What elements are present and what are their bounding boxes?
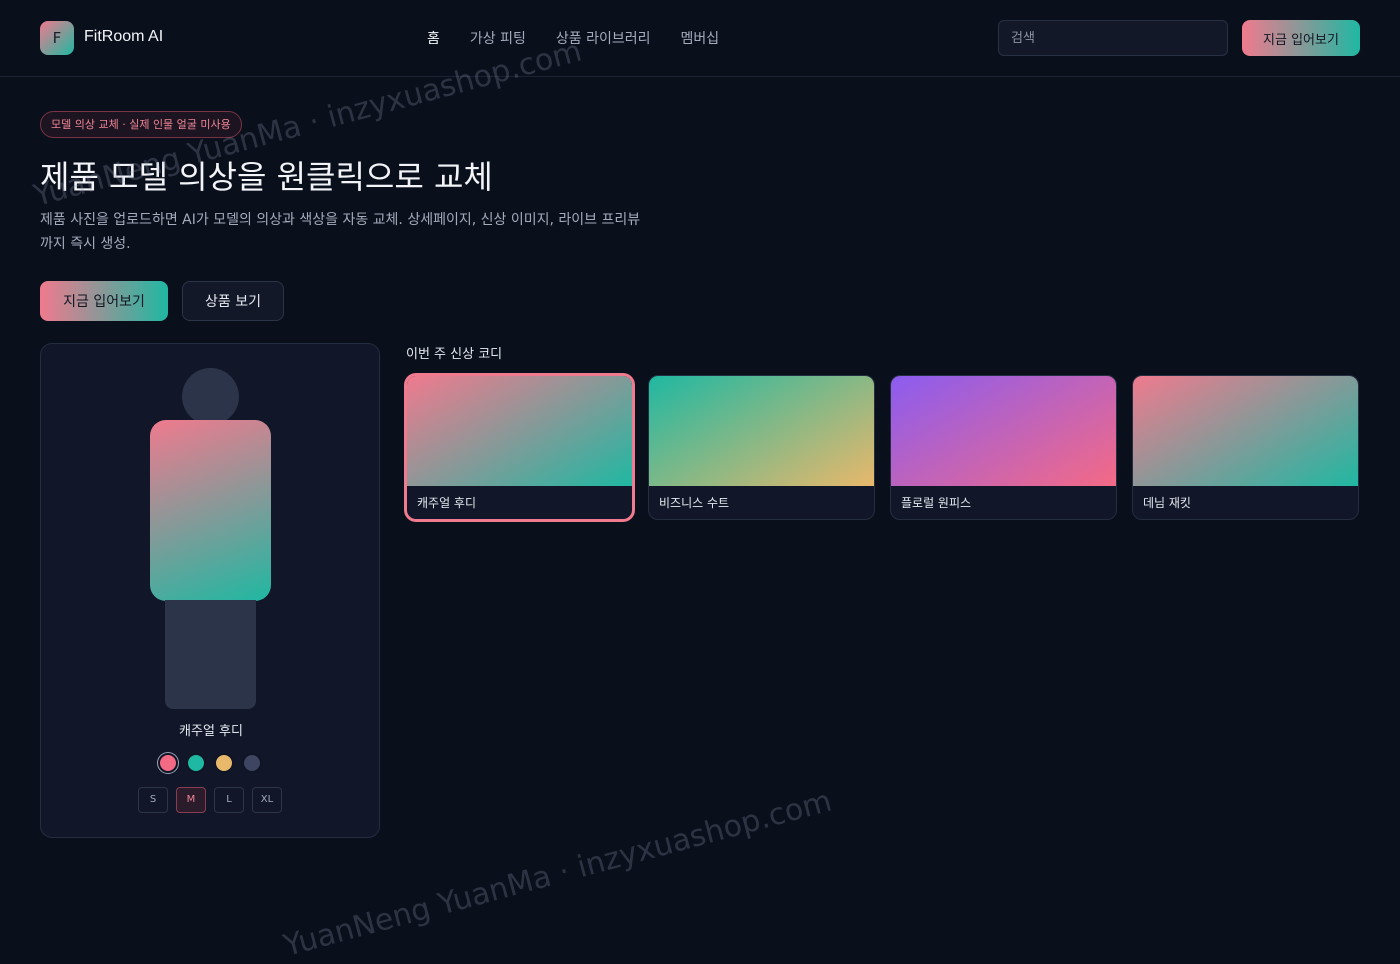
- brand-name[interactable]: FitRoom AI: [84, 28, 163, 46]
- color-swatch[interactable]: [214, 753, 234, 773]
- outfit-card-label: 플로럴 원피스: [901, 496, 972, 510]
- feature-badge: 모델 의상 교체 · 실제 인물 얼굴 미사용: [40, 111, 242, 138]
- outfit-card-label: 캐주얼 후디: [417, 496, 477, 510]
- mannequin-legs: [165, 600, 256, 709]
- mannequin-head: [182, 368, 239, 425]
- hero-try-now-button[interactable]: 지금 입어보기: [40, 281, 168, 321]
- nav-item-membership[interactable]: 멤버십: [681, 28, 720, 48]
- hero-description: 제품 사진을 업로드하면 AI가 모델의 의상과 색상을 자동 교체. 상세페이…: [40, 212, 641, 252]
- header-try-now-button[interactable]: 지금 입어보기: [1242, 20, 1360, 56]
- outfit-card-label: 데님 재킷: [1143, 496, 1191, 510]
- fitting-preview-panel: 캐주얼 후디 S M L XL: [40, 343, 380, 838]
- outfit-card-image: [1133, 376, 1358, 486]
- size-option[interactable]: L: [214, 787, 244, 813]
- outfit-card[interactable]: 데님 재킷: [1132, 375, 1359, 520]
- outfit-card-image: [891, 376, 1116, 486]
- outfit-card[interactable]: 캐주얼 후디: [406, 375, 633, 520]
- color-swatch[interactable]: [242, 753, 262, 773]
- collection-title: 이번 주 신상 코디: [406, 347, 503, 362]
- nav-item-product-library[interactable]: 상품 라이브러리: [556, 28, 651, 48]
- size-option[interactable]: S: [138, 787, 168, 813]
- outfit-card-label: 비즈니스 수트: [659, 496, 730, 510]
- color-swatches: [158, 753, 262, 773]
- search-input[interactable]: [998, 20, 1228, 56]
- collection-cards: 캐주얼 후디 비즈니스 수트 플로럴 원피스 데님 재킷: [406, 375, 1359, 520]
- size-option[interactable]: XL: [252, 787, 282, 813]
- top-header: F FitRoom AI 홈 가상 피팅 상품 라이브러리 멤버십 지금 입어보…: [0, 0, 1400, 77]
- preview-item-name: 캐주얼 후디: [179, 724, 243, 739]
- outfit-card[interactable]: 플로럴 원피스: [890, 375, 1117, 520]
- hero-title: 제품 모델 의상을 원클릭으로 교체: [40, 158, 493, 196]
- main-nav: 홈 가상 피팅 상품 라이브러리 멤버십: [427, 28, 719, 48]
- outfit-card-image: [407, 376, 632, 486]
- nav-item-virtual-fitting[interactable]: 가상 피팅: [470, 28, 526, 48]
- color-swatch[interactable]: [158, 753, 178, 773]
- logo-icon[interactable]: F: [40, 21, 74, 55]
- view-products-button[interactable]: 상품 보기: [182, 281, 284, 321]
- outfit-card-image: [649, 376, 874, 486]
- color-swatch[interactable]: [186, 753, 206, 773]
- mannequin-garment: [150, 420, 271, 601]
- size-option[interactable]: M: [176, 787, 206, 813]
- size-selector: S M L XL: [138, 787, 282, 813]
- nav-item-home[interactable]: 홈: [427, 28, 440, 48]
- outfit-card[interactable]: 비즈니스 수트: [648, 375, 875, 520]
